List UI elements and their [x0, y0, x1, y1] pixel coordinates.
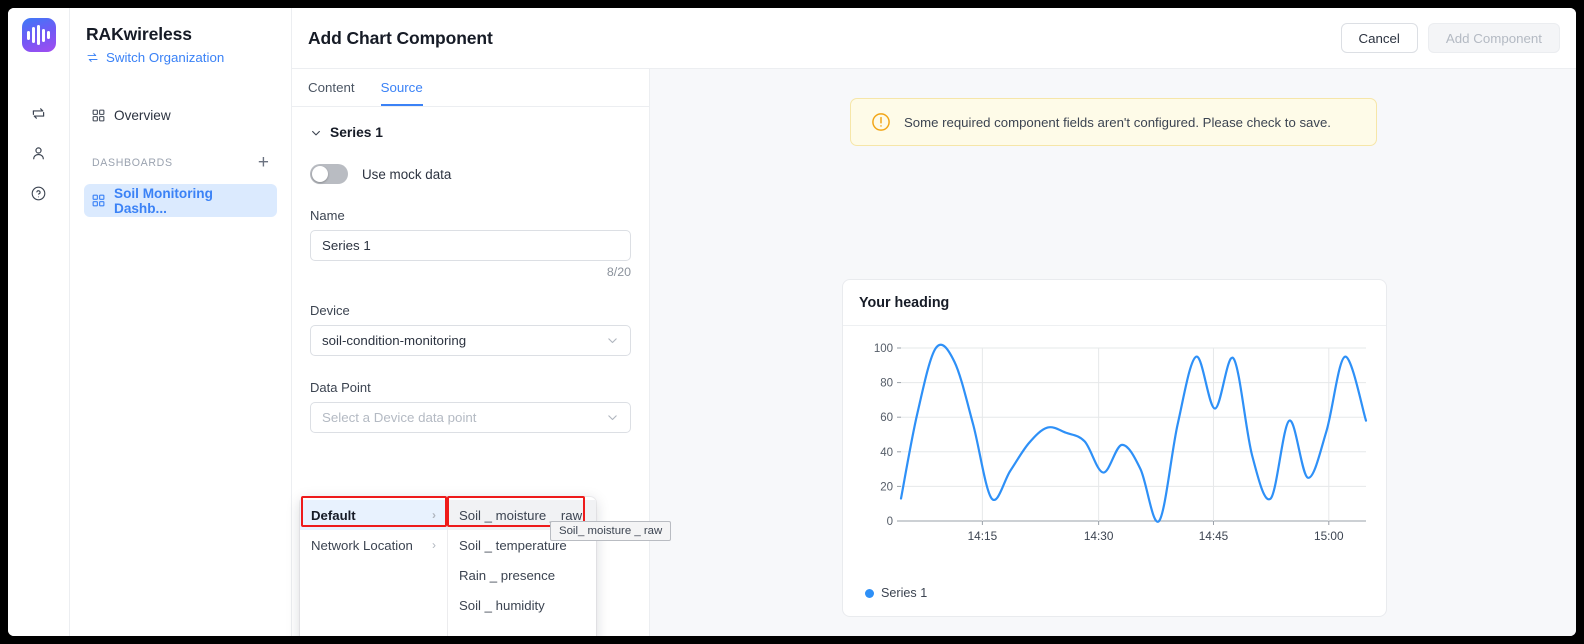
add-dashboard-button[interactable]: + — [258, 153, 269, 172]
chart-preview-card: Your heading 0 20 40 60 80 100 14:15 14:30 14:45… — [842, 279, 1387, 617]
organization-name: RAKwireless — [86, 24, 192, 44]
user-icon[interactable] — [22, 136, 56, 170]
name-field-label: Name — [310, 208, 345, 223]
name-char-counter: 8/20 — [606, 265, 631, 279]
sidebar-item-overview[interactable]: Overview — [84, 99, 277, 131]
cascader-item-label: Rain _ presence — [459, 567, 556, 583]
series-header-label: Series 1 — [330, 125, 383, 140]
chevron-down-icon — [310, 127, 322, 139]
cascader-group-default[interactable]: Default › — [300, 500, 447, 530]
chart-legend[interactable]: Series 1 — [865, 586, 927, 600]
topbar-actions: Cancel Add Component — [1340, 23, 1560, 53]
help-circle-icon[interactable] — [22, 176, 56, 210]
cascader-group-network-location[interactable]: Network Location › — [300, 530, 447, 560]
transfer-icon[interactable] — [22, 96, 56, 130]
device-select-value: soil-condition-monitoring — [322, 333, 467, 348]
rakwireless-logo[interactable] — [21, 18, 56, 52]
chart-card-title: Your heading — [843, 280, 1386, 326]
cascader-item-tooltip: Soil_ moisture _ raw — [550, 521, 672, 541]
panel-tabs: Content Source — [292, 69, 649, 107]
legend-color-dot — [865, 588, 874, 598]
svg-text:20: 20 — [880, 481, 893, 493]
svg-text:14:15: 14:15 — [968, 529, 998, 543]
data-point-select[interactable]: Select a Device data point — [310, 402, 631, 433]
topbar: Add Chart Component Cancel Add Component — [292, 8, 1576, 69]
series-section-header[interactable]: Series 1 — [310, 125, 631, 140]
sidebar: RAKwireless Switch Organization Overview — [70, 8, 292, 636]
cascader-group-default-label: Default — [311, 507, 356, 523]
data-point-select-placeholder: Select a Device data point — [322, 410, 477, 425]
dashboards-section-label: DASHBOARDS — [92, 156, 173, 169]
svg-text:14:45: 14:45 — [1199, 529, 1229, 543]
sidebar-item-dashboard-label: Soil Monitoring Dashb... — [114, 185, 213, 216]
grid-icon — [92, 109, 105, 122]
svg-text:60: 60 — [880, 412, 893, 424]
alert-circle-icon — [871, 112, 891, 132]
switch-organization-link[interactable]: Switch Organization — [86, 50, 277, 65]
add-component-button[interactable]: Add Component — [1427, 23, 1560, 53]
use-mock-data-toggle[interactable] — [310, 164, 348, 184]
cascader-item-column: Soil _ moisture _ raw Soil _ temperature… — [448, 497, 596, 636]
device-select[interactable]: soil-condition-monitoring — [310, 325, 631, 356]
app-window: RAKwireless Switch Organization Overview — [8, 8, 1576, 636]
svg-text:14:30: 14:30 — [1084, 529, 1114, 543]
chevron-down-icon — [606, 411, 619, 424]
cascader-group-network-location-label: Network Location — [311, 537, 413, 553]
series-name-input[interactable]: Series 1 — [310, 230, 631, 261]
legend-label: Series 1 — [881, 586, 928, 600]
chevron-right-icon: › — [432, 538, 436, 552]
tab-content[interactable]: Content — [308, 80, 355, 106]
data-point-field-label: Data Point — [310, 380, 371, 395]
device-field-label: Device — [310, 303, 350, 318]
data-point-cascader-dropdown: Default › Network Location › Soil _ mois… — [300, 497, 596, 636]
cascader-item-soil-humidity[interactable]: Soil _ humidity — [448, 590, 596, 620]
svg-text:0: 0 — [887, 516, 893, 528]
use-mock-data-label: Use mock data — [362, 166, 452, 182]
content-body: Content Source Series 1 Use mock data Na… — [292, 69, 1576, 636]
chevron-down-icon — [606, 334, 619, 347]
svg-text:100: 100 — [874, 343, 893, 355]
cascader-item-rain-presence[interactable]: Rain _ presence — [448, 560, 596, 590]
cancel-button[interactable]: Cancel — [1340, 23, 1418, 53]
line-chart: 0 20 40 60 80 100 14:15 14:30 14:45 15:00 — [874, 343, 1368, 543]
switch-icon — [86, 51, 99, 64]
grid-icon — [92, 194, 105, 207]
panel-body: Series 1 Use mock data Name Series 1 8/2… — [292, 107, 649, 433]
switch-organization-label: Switch Organization — [106, 50, 225, 65]
chart-canvas: 0 20 40 60 80 100 14:15 14:30 14:45 15:00 Series … — [843, 326, 1386, 616]
preview-pane: Some required component fields aren't co… — [650, 69, 1576, 636]
sidebar-item-overview-label: Overview — [114, 107, 171, 123]
validation-alert-message: Some required component fields aren't co… — [904, 114, 1331, 130]
svg-text:40: 40 — [880, 447, 893, 459]
config-panel: Content Source Series 1 Use mock data Na… — [292, 69, 672, 636]
cascader-group-column: Default › Network Location › — [300, 497, 448, 636]
sidebar-item-soil-monitoring-dashboard[interactable]: Soil Monitoring Dashb... — [84, 184, 277, 217]
mock-data-row: Use mock data — [310, 164, 631, 184]
tab-source[interactable]: Source — [380, 80, 423, 106]
page-title: Add Chart Component — [308, 27, 493, 48]
main-area: Add Chart Component Cancel Add Component… — [292, 8, 1576, 636]
svg-text:80: 80 — [880, 378, 893, 390]
svg-text:15:00: 15:00 — [1314, 529, 1344, 543]
icon-rail — [8, 8, 70, 636]
validation-alert: Some required component fields aren't co… — [850, 98, 1377, 146]
dashboards-section-header: DASHBOARDS + — [84, 153, 277, 172]
cascader-item-label: Soil _ humidity — [459, 597, 545, 613]
chevron-right-icon: › — [432, 508, 436, 522]
